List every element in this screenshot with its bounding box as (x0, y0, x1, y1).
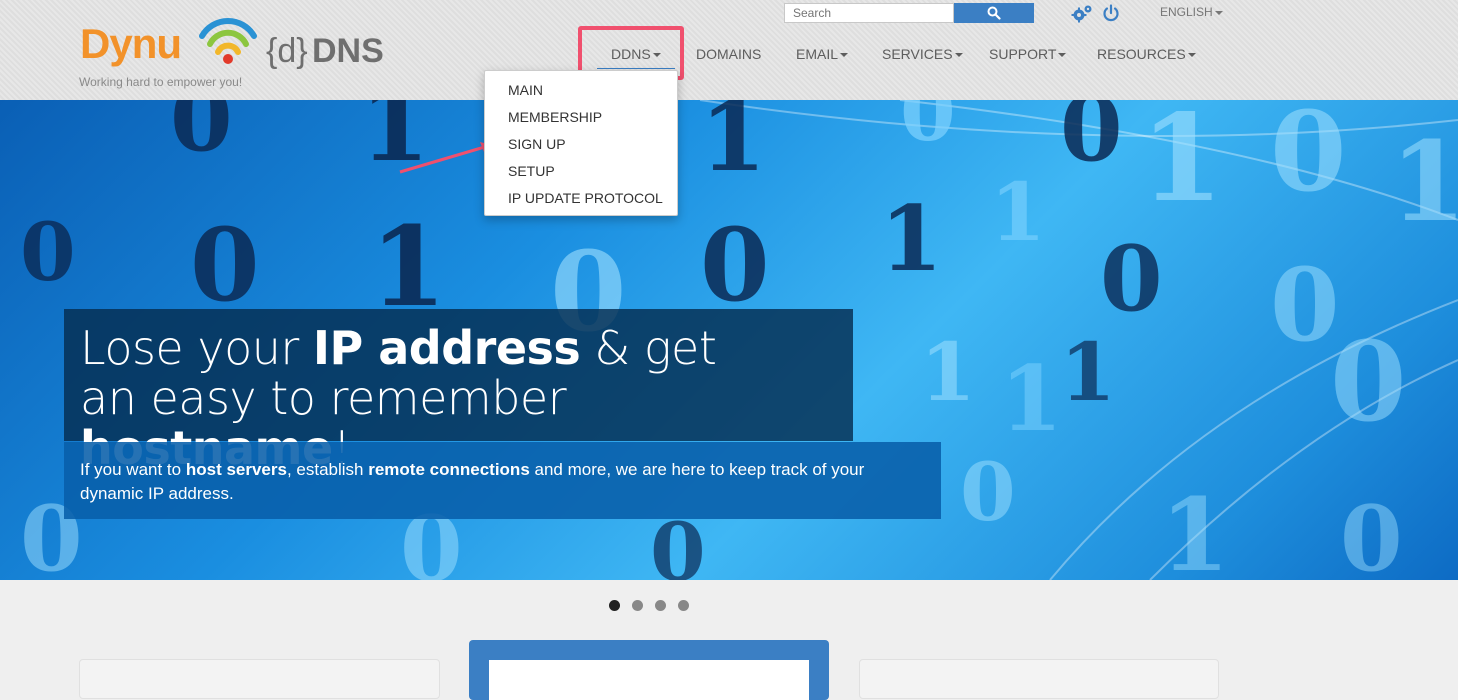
language-label: ENGLISH (1160, 5, 1213, 19)
svg-text:0: 0 (190, 206, 260, 324)
svg-text:0: 0 (1330, 317, 1407, 446)
search-input[interactable] (784, 3, 954, 23)
nav-domains[interactable]: DOMAINS (696, 46, 761, 62)
nav-support[interactable]: SUPPORT (989, 46, 1067, 62)
svg-text:0: 0 (1340, 486, 1403, 580)
feature-panel-center-inner (489, 660, 809, 700)
svg-text:1: 1 (700, 100, 766, 193)
search-icon (987, 6, 1001, 20)
chevron-down-icon (1058, 53, 1067, 58)
nav-support-label: SUPPORT (989, 46, 1057, 62)
svg-text:0: 0 (170, 100, 233, 172)
headline-box: Lose your IP address & get an easy to re… (64, 309, 853, 473)
ddns-dropdown-menu: MAIN MEMBERSHIP SIGN UP SETUP IP UPDATE … (484, 70, 678, 216)
logo-wordmark: Dynu (80, 20, 182, 67)
svg-text:1: 1 (360, 100, 430, 184)
svg-text:1: 1 (990, 165, 1046, 259)
hero-subheadline: If you want to host servers, establish r… (80, 458, 925, 506)
nav-email[interactable]: EMAIL (796, 46, 849, 62)
chevron-down-icon (1214, 10, 1223, 15)
svg-text:1: 1 (880, 186, 943, 292)
nav-domains-label: DOMAINS (696, 46, 762, 62)
menu-item-setup[interactable]: SETUP (508, 163, 555, 179)
logo-brace: {d} (266, 32, 308, 70)
subheadline-box: If you want to host servers, establish r… (64, 442, 941, 519)
svg-text:0: 0 (1270, 100, 1347, 216)
headline-bold: IP address (312, 321, 581, 375)
headline-text: & get (580, 321, 717, 375)
carousel-dot-3[interactable] (655, 600, 666, 611)
svg-text:0: 0 (900, 100, 956, 159)
carousel-dot-4[interactable] (678, 600, 689, 611)
svg-text:0: 0 (700, 206, 770, 324)
menu-item-ip-update-protocol[interactable]: IP UPDATE PROTOCOL (508, 190, 663, 206)
svg-text:0: 0 (1100, 226, 1163, 332)
power-icon[interactable] (1102, 4, 1120, 22)
svg-text:1: 1 (1000, 346, 1063, 452)
sub-text: If you want to (80, 460, 186, 479)
nav-services[interactable]: SERVICES (882, 46, 963, 62)
svg-text:1: 1 (1140, 100, 1224, 229)
hero-banner: 0 1 1 0 0 1 0 1 0 0 1 0 0 1 1 0 0 1 1 1 … (0, 100, 1458, 580)
wifi-icon (199, 17, 257, 64)
svg-text:0: 0 (20, 205, 76, 299)
search-button[interactable] (954, 3, 1034, 23)
language-selector[interactable]: ENGLISH (1160, 5, 1223, 19)
sub-bold: host servers (185, 460, 287, 479)
menu-item-membership[interactable]: MEMBERSHIP (508, 109, 602, 125)
svg-text:0: 0 (1060, 100, 1123, 182)
headline-text: Lose your (80, 321, 313, 375)
sub-text: , establish (286, 460, 369, 479)
nav-email-label: EMAIL (796, 46, 839, 62)
carousel-dot-1[interactable] (609, 600, 620, 611)
svg-text:1: 1 (1060, 325, 1116, 419)
chevron-down-icon (840, 53, 849, 58)
menu-item-sign-up[interactable]: SIGN UP (508, 136, 566, 152)
logo-dns: DNS (312, 32, 384, 70)
nav-resources-label: RESOURCES (1097, 46, 1186, 62)
site-header: Dynu {d} DNS Working hard to empower you… (0, 0, 1458, 100)
svg-text:1: 1 (1160, 476, 1230, 580)
headline-text: an easy to remember (80, 371, 567, 425)
sub-bold: remote connections (368, 460, 530, 479)
feature-panel-right (859, 659, 1219, 699)
svg-text:0: 0 (960, 445, 1016, 539)
gear-icon[interactable] (1071, 4, 1093, 24)
svg-text:1: 1 (920, 325, 976, 419)
nav-services-label: SERVICES (882, 46, 953, 62)
chevron-down-icon (1187, 53, 1196, 58)
carousel-dot-2[interactable] (632, 600, 643, 611)
menu-item-main[interactable]: MAIN (508, 82, 543, 98)
tagline: Working hard to empower you! (79, 75, 243, 89)
chevron-down-icon (954, 53, 963, 58)
feature-panel-left (79, 659, 440, 699)
nav-resources[interactable]: RESOURCES (1097, 46, 1196, 62)
svg-text:1: 1 (1390, 117, 1458, 246)
